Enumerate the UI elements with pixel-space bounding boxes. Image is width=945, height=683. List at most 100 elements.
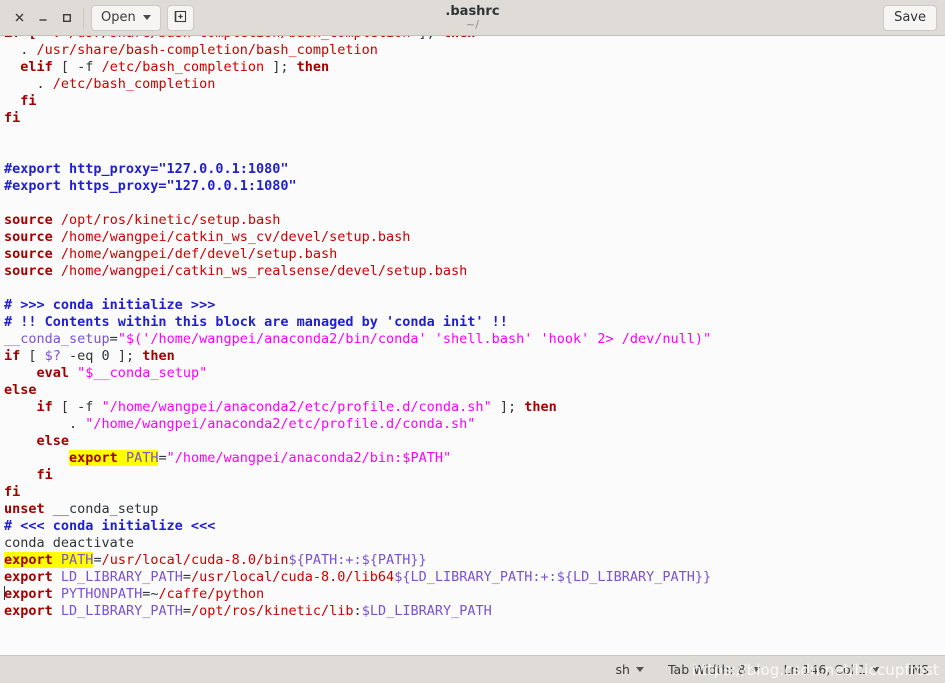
- code-token: /usr/share/bash-completion/bash_completi…: [36, 42, 378, 58]
- code-token: $LD_LIBRARY_PATH: [361, 603, 492, 619]
- code-token: then: [142, 348, 175, 364]
- code-line: # !! Contents within this block are mana…: [4, 314, 711, 331]
- maximize-icon[interactable]: [56, 7, 78, 29]
- code-token: /opt/ros/kinetic/setup.bash: [60, 212, 281, 228]
- code-token: $?: [44, 348, 61, 364]
- code-line: unset __conda_setup: [4, 501, 711, 518]
- code-token: /etc/bash_completion: [101, 59, 265, 75]
- code-line: elif [ -f /etc/bash_completion ]; then: [4, 59, 711, 76]
- source-code[interactable]: if [ -f /usr/share/bash-completion/bash_…: [0, 36, 711, 620]
- code-token: :: [353, 603, 362, 619]
- save-button-label: Save: [894, 10, 926, 25]
- text-editor-area[interactable]: if [ -f /usr/share/bash-completion/bash_…: [0, 36, 945, 655]
- code-token: export: [4, 586, 53, 602]
- open-button[interactable]: Open: [91, 4, 161, 31]
- page-subtitle: ~/: [466, 18, 479, 31]
- code-line: if [ -f "/home/wangpei/anaconda2/etc/pro…: [4, 399, 711, 416]
- cursor-position-selector[interactable]: Ln 146, Col 1: [772, 656, 892, 683]
- code-token: "/home/wangpei/anaconda2/etc/profile.d/c…: [101, 399, 492, 415]
- new-document-button[interactable]: [166, 4, 194, 31]
- status-bar: sh Tab Width: 8 Ln 146, Col 1 INS https:…: [0, 655, 945, 683]
- code-token: export: [69, 450, 118, 466]
- code-token: fi: [20, 93, 37, 109]
- code-token: [ -f: [52, 399, 102, 415]
- code-token: then: [524, 399, 557, 415]
- code-token: source: [4, 263, 53, 279]
- code-token: /caffe/python: [158, 586, 265, 602]
- code-token: /usr/share/bash-completion/bash_completi…: [69, 36, 410, 41]
- language-selector[interactable]: sh: [604, 656, 656, 683]
- code-line: fi: [4, 467, 711, 484]
- toolbar-divider: [83, 7, 84, 28]
- code-token: PATH: [125, 450, 159, 466]
- code-token: export: [4, 603, 53, 619]
- code-token: =: [109, 331, 118, 347]
- code-token: LD_LIBRARY_PATH: [60, 569, 183, 585]
- code-token: ${LD_LIBRARY_PATH:+:${LD_LIBRARY_PATH}}: [394, 569, 712, 585]
- save-button[interactable]: Save: [883, 4, 937, 31]
- code-line: # >>> conda initialize >>>: [4, 297, 711, 314]
- tab-width-label: Tab Width: 8: [667, 662, 746, 677]
- code-token: fi: [4, 110, 21, 126]
- code-token: [117, 450, 126, 466]
- chevron-down-icon: [751, 667, 760, 672]
- chevron-down-icon: [142, 15, 151, 20]
- page-title: .bashrc: [445, 4, 500, 19]
- code-token: "/home/wangpei/anaconda2/bin:$PATH": [166, 450, 452, 466]
- code-token: [ -f: [52, 59, 102, 75]
- code-token: "/home/wangpei/anaconda2/etc/profile.d/c…: [85, 416, 476, 432]
- code-token: source: [4, 212, 53, 228]
- code-token: /opt/ros/kinetic/lib: [190, 603, 354, 619]
- code-token: fi: [36, 467, 53, 483]
- code-token: if [ -f: [4, 36, 69, 41]
- code-token: /etc/bash_completion: [52, 76, 216, 92]
- code-token: then: [296, 59, 330, 75]
- code-token: =: [158, 450, 167, 466]
- code-token: =: [182, 603, 191, 619]
- code-token: /usr/local/cuda-8.0/lib64: [190, 569, 395, 585]
- code-token: if: [36, 399, 53, 415]
- tab-width-selector[interactable]: Tab Width: 8: [656, 656, 772, 683]
- code-token: [: [20, 348, 45, 364]
- code-line: fi: [4, 110, 711, 127]
- code-token: eval: [36, 365, 70, 381]
- code-line: else: [4, 433, 711, 450]
- code-token: # <<< conda initialize <<<: [4, 518, 216, 534]
- code-token: PATH: [60, 552, 94, 568]
- code-line: . "/home/wangpei/anaconda2/etc/profile.d…: [4, 416, 711, 433]
- header-bar: Open .bashrc ~/ Save: [0, 0, 945, 36]
- new-document-icon: [174, 8, 187, 27]
- code-line: . /usr/share/bash-completion/bash_comple…: [4, 42, 711, 59]
- code-token: ];: [410, 36, 443, 41]
- code-line: fi: [4, 93, 711, 110]
- code-token: else: [4, 382, 37, 398]
- code-token: .: [4, 416, 86, 432]
- code-token: # !! Contents within this block are mana…: [4, 314, 508, 330]
- code-token: =: [182, 569, 191, 585]
- code-line: source /home/wangpei/def/devel/setup.bas…: [4, 246, 711, 263]
- close-icon[interactable]: [8, 7, 30, 29]
- insert-mode-indicator[interactable]: INS: [892, 662, 933, 677]
- minimize-icon[interactable]: [32, 7, 54, 29]
- code-line: source /home/wangpei/catkin_ws_cv/devel/…: [4, 229, 711, 246]
- code-token: LD_LIBRARY_PATH: [60, 603, 183, 619]
- code-token: if: [4, 348, 21, 364]
- code-token: then: [443, 36, 476, 41]
- code-token: [52, 552, 61, 568]
- code-line: #export https_proxy="127.0.0.1:1080": [4, 178, 711, 195]
- code-line: conda deactivate: [4, 535, 711, 552]
- code-token: elif: [20, 59, 53, 75]
- code-line: source /home/wangpei/catkin_ws_realsense…: [4, 263, 711, 280]
- code-line: export PATH="/home/wangpei/anaconda2/bin…: [4, 450, 711, 467]
